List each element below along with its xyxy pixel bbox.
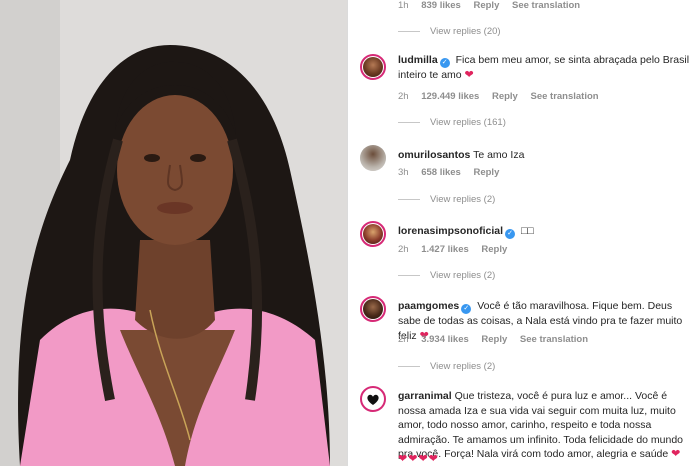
replies-line xyxy=(398,366,420,367)
comment-username[interactable]: garranimal xyxy=(398,390,452,402)
comment-body: lorenasimpsonoficial ✓ □□ xyxy=(398,224,696,239)
heart-emoji-icon: ❤ xyxy=(464,69,474,81)
heart-emoji-icon: ❤ xyxy=(408,453,419,465)
comment-likes[interactable]: 3.934 likes xyxy=(421,334,469,345)
reply-button[interactable]: Reply xyxy=(473,167,499,178)
reply-button[interactable]: Reply xyxy=(492,91,518,102)
comment-body: omurilosantos Te amo Iza xyxy=(398,148,696,163)
comment-time: 2h xyxy=(398,334,409,345)
view-replies-label: View replies (161) xyxy=(430,117,506,128)
view-replies-button[interactable]: View replies (2) xyxy=(398,361,495,372)
post-photo xyxy=(0,0,347,466)
comment-body: ludmilla ✓ Fica bem meu amor, se sinta ab… xyxy=(398,53,696,83)
see-translation-button[interactable]: See translation xyxy=(530,91,598,102)
heart-emoji-icon: ❤ xyxy=(418,453,429,465)
view-replies-label: View replies (2) xyxy=(430,194,496,205)
view-replies-button[interactable]: View replies (161) xyxy=(398,117,506,128)
avatar[interactable] xyxy=(360,386,386,412)
comment-username[interactable]: paamgomes xyxy=(398,300,459,312)
comment-text: □□ xyxy=(520,225,534,237)
replies-line xyxy=(398,122,420,123)
verified-badge-icon: ✓ xyxy=(505,229,516,239)
comment-time: 3h xyxy=(398,167,409,178)
comment-time: 2h xyxy=(398,244,409,255)
see-translation-button[interactable]: See translation xyxy=(520,334,588,345)
replies-line xyxy=(398,275,420,276)
heart-emoji-icon: ❤ xyxy=(398,453,409,465)
comment-likes[interactable]: 1.427 likes xyxy=(421,244,469,255)
view-replies-label: View replies (2) xyxy=(430,361,496,372)
comment-meta: 2h 129.449 likes Reply See translation xyxy=(398,91,609,102)
comment-meta: 2h 1.427 likes Reply xyxy=(398,244,517,255)
reply-button[interactable]: Reply xyxy=(481,334,507,345)
comment-time: 2h xyxy=(398,91,409,102)
comment-body: garranimal Que tristeza, você é pura luz… xyxy=(398,389,696,462)
view-replies-button[interactable]: View replies (2) xyxy=(398,194,495,205)
see-translation-button[interactable]: See translation xyxy=(512,0,580,11)
avatar[interactable] xyxy=(360,145,386,171)
avatar[interactable] xyxy=(360,221,386,247)
view-replies-button[interactable]: View replies (2) xyxy=(398,270,495,281)
comment-time: 1h xyxy=(398,0,409,11)
comment-likes[interactable]: 129.449 likes xyxy=(421,91,479,102)
comments-panel: 1h 839 likes Reply See translation View … xyxy=(348,0,700,466)
reply-button[interactable]: Reply xyxy=(473,0,499,11)
comment-meta: 3h 658 likes Reply xyxy=(398,167,509,178)
view-replies-label: View replies (20) xyxy=(430,26,501,37)
heart-emoji-icon: ❤ xyxy=(671,448,681,460)
comment-meta: 2h 3.934 likes Reply See translation xyxy=(398,334,598,345)
view-replies-label: View replies (2) xyxy=(430,270,496,281)
garra-logo-icon xyxy=(367,394,379,405)
heart-emoji-row: ❤❤❤❤ xyxy=(398,452,439,465)
comment-meta-top: 1h 839 likes Reply See translation xyxy=(398,0,590,11)
comment-username[interactable]: lorenasimpsonoficial xyxy=(398,225,503,237)
heart-emoji-icon: ❤ xyxy=(428,453,439,465)
verified-badge-icon: ✓ xyxy=(461,304,472,314)
comment-text: Te amo Iza xyxy=(473,149,525,161)
view-replies-button[interactable]: View replies (20) xyxy=(398,26,501,37)
comment-username[interactable]: ludmilla xyxy=(398,54,438,66)
reply-button[interactable]: Reply xyxy=(481,244,507,255)
comment-likes[interactable]: 839 likes xyxy=(421,0,461,11)
comment-username[interactable]: omurilosantos xyxy=(398,149,470,161)
portrait-illustration xyxy=(0,0,347,466)
avatar[interactable] xyxy=(360,54,386,80)
replies-line xyxy=(398,31,420,32)
verified-badge-icon: ✓ xyxy=(439,58,450,68)
comment-likes[interactable]: 658 likes xyxy=(421,167,461,178)
avatar[interactable] xyxy=(360,296,386,322)
replies-line xyxy=(398,199,420,200)
